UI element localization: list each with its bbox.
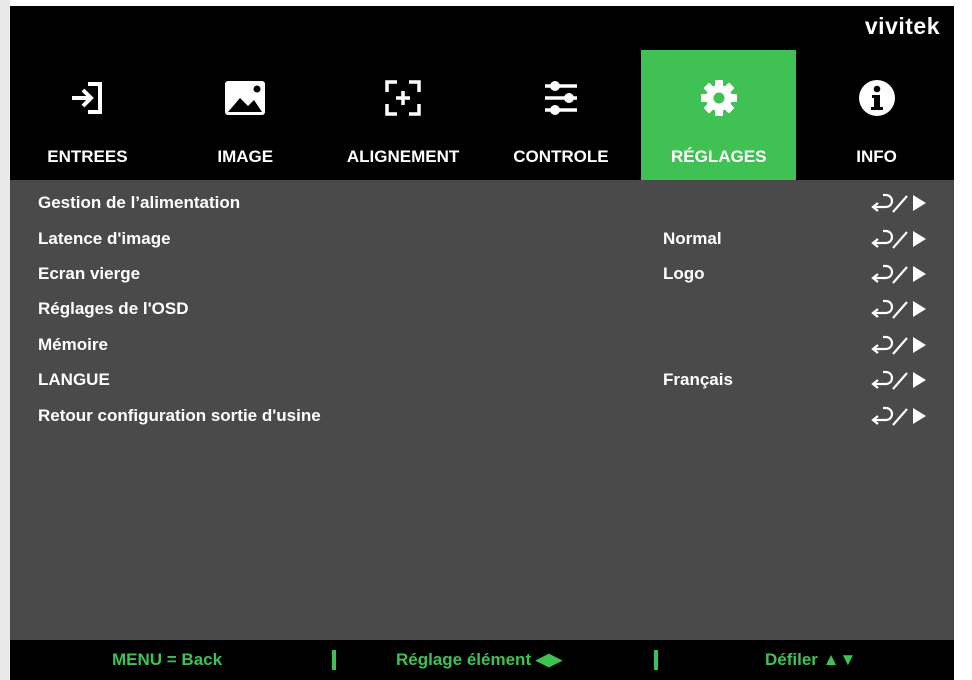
alignment-icon	[381, 76, 425, 120]
main-tabs: ENTREES IMAGE ALIGNEMENT CONTROLE RÉGLAG…	[10, 50, 954, 180]
input-icon	[65, 76, 109, 120]
footer-menu-back: MENU = Back	[112, 650, 223, 669]
menu-item-label: Ecran vierge	[38, 264, 141, 283]
enter-arrow-icon	[871, 406, 926, 426]
menu-item-value: Logo	[663, 264, 705, 283]
footer-separator	[654, 650, 658, 670]
info-icon	[855, 76, 899, 120]
menu-item-value: Français	[663, 370, 733, 389]
gear-icon	[697, 76, 741, 120]
tab-reglages[interactable]: RÉGLAGES	[641, 50, 797, 180]
footer-adjust-hint: Réglage élément ◀▶	[396, 650, 562, 669]
menu-item-retour-usine[interactable]: Retour configuration sortie d'usine	[10, 399, 954, 433]
image-icon	[223, 76, 267, 120]
tab-alignement[interactable]: ALIGNEMENT	[325, 50, 481, 180]
tab-image[interactable]: IMAGE	[167, 50, 323, 180]
enter-arrow-icon	[871, 370, 926, 390]
enter-arrow-icon	[871, 193, 926, 213]
footer-separator	[332, 650, 336, 670]
tab-label: IMAGE	[217, 147, 274, 166]
enter-arrow-icon	[871, 229, 926, 249]
enter-arrow-icon	[871, 335, 926, 355]
tab-label: RÉGLAGES	[671, 147, 767, 166]
enter-arrow-icon	[871, 299, 926, 319]
tab-controle[interactable]: CONTROLE	[483, 50, 639, 180]
menu-item-label: LANGUE	[38, 370, 110, 389]
menu-item-memoire[interactable]: Mémoire	[10, 328, 954, 362]
menu-item-label: Latence d'image	[38, 229, 171, 248]
top-bar: vivitek	[10, 6, 954, 50]
menu-item-value: Normal	[663, 229, 722, 248]
menu-item-label: Réglages de l'OSD	[38, 299, 189, 318]
osd-menu: vivitek ENTREES IMAGE ALIGNEMENT CONTROL…	[10, 6, 954, 680]
menu-item-langue[interactable]: LANGUE Français	[10, 363, 954, 397]
tab-entrees[interactable]: ENTREES	[10, 50, 165, 180]
tab-label: INFO	[856, 147, 897, 166]
sliders-icon	[539, 76, 583, 120]
tab-label: ALIGNEMENT	[346, 147, 460, 166]
menu-item-latence-image[interactable]: Latence d'image Normal	[10, 222, 954, 256]
window-edge	[0, 0, 10, 680]
tab-label: ENTREES	[47, 147, 128, 166]
footer-bar: MENU = Back Réglage élément ◀▶ Défiler ▲…	[10, 640, 954, 680]
menu-item-gestion-alimentation[interactable]: Gestion de l’alimentation	[10, 186, 954, 220]
menu-item-reglages-osd[interactable]: Réglages de l'OSD	[10, 292, 954, 326]
menu-item-ecran-vierge[interactable]: Ecran vierge Logo	[10, 257, 954, 291]
brand-logo: vivitek	[864, 13, 940, 39]
footer-scroll-hint: Défiler ▲▼	[765, 650, 857, 669]
settings-menu: Gestion de l’alimentation Latence d'imag…	[10, 180, 954, 640]
menu-item-label: Gestion de l’alimentation	[38, 193, 241, 212]
enter-arrow-icon	[871, 264, 926, 284]
menu-item-label: Mémoire	[38, 335, 108, 354]
tab-label: CONTROLE	[513, 147, 609, 166]
menu-item-label: Retour configuration sortie d'usine	[38, 406, 321, 425]
tab-info[interactable]: INFO	[799, 50, 954, 180]
